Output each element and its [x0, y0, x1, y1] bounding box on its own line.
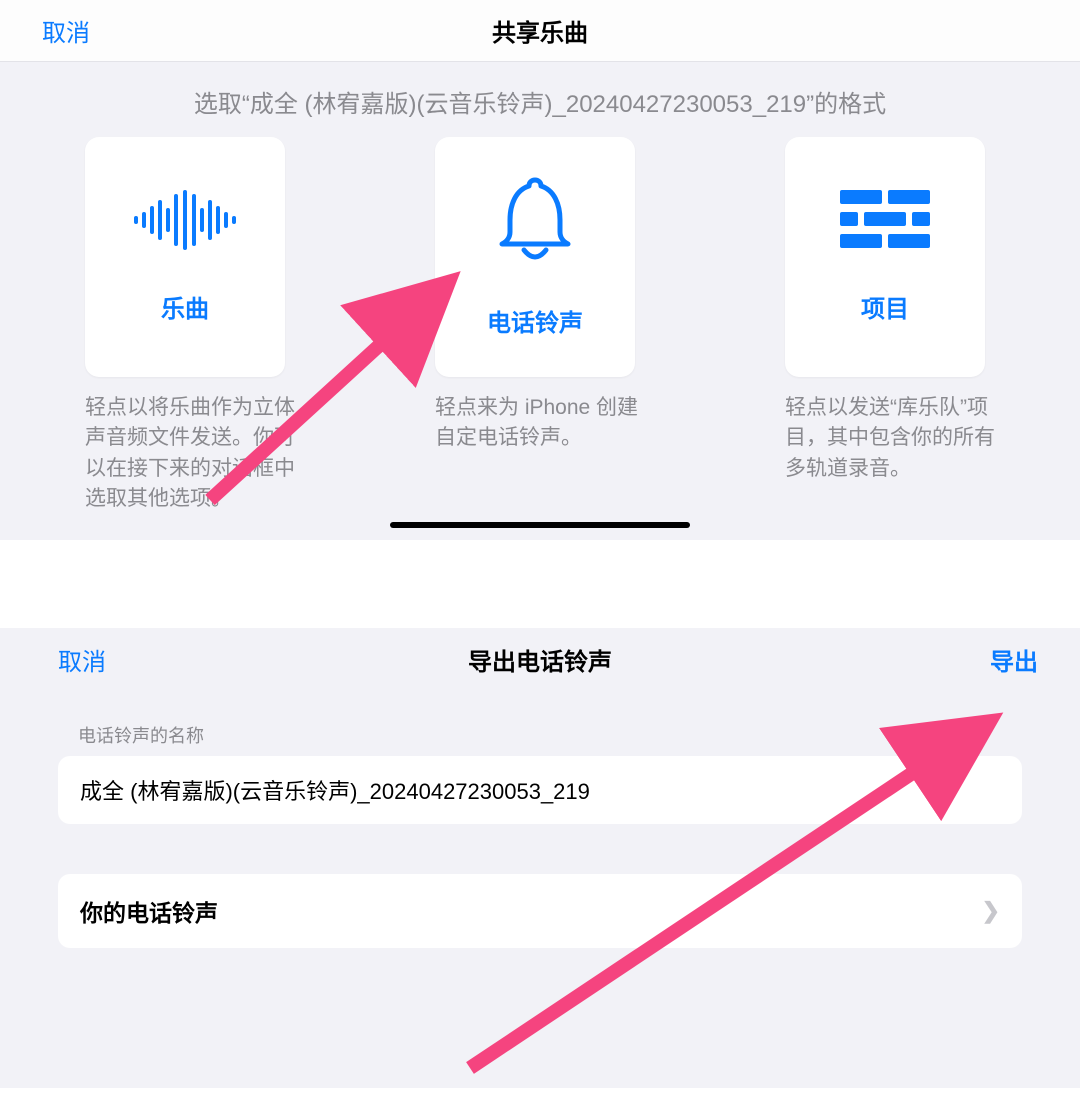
nav-bar-top: 取消 共享乐曲	[0, 0, 1080, 62]
card-song-desc: 轻点以将乐曲作为立体声音频文件发送。你可以在接下来的对话框中选取其他选项。	[85, 393, 295, 515]
card-project-label: 项目	[861, 289, 909, 324]
format-cards: 乐曲 轻点以将乐曲作为立体声音频文件发送。你可以在接下来的对话框中选取其他选项。…	[0, 137, 1080, 515]
card-ringtone[interactable]: 电话铃声	[435, 137, 635, 377]
bell-icon	[494, 176, 576, 269]
share-song-panel: 取消 共享乐曲 选取“成全 (林宥嘉版)(云音乐铃声)_202404272300…	[0, 0, 1080, 540]
page-title: 共享乐曲	[492, 13, 588, 48]
chevron-right-icon: ❯	[982, 898, 1000, 924]
waveform-icon	[130, 190, 240, 255]
card-song-label: 乐曲	[161, 289, 209, 324]
home-indicator	[390, 522, 690, 528]
cancel-button-2[interactable]: 取消	[58, 642, 106, 677]
tracks-icon	[840, 190, 930, 255]
nav-bar-bottom: 取消 导出电话铃声 导出	[0, 628, 1080, 690]
export-button[interactable]: 导出	[990, 642, 1038, 677]
card-column-project: 项目 轻点以发送“库乐队”项目，其中包含你的所有多轨道录音。	[785, 137, 995, 515]
card-ringtone-label: 电话铃声	[487, 303, 583, 338]
ringtone-name-label: 电话铃声的名称	[0, 690, 1080, 756]
card-project-desc: 轻点以发送“库乐队”项目，其中包含你的所有多轨道录音。	[785, 393, 995, 484]
cancel-button[interactable]: 取消	[42, 13, 90, 48]
format-prompt: 选取“成全 (林宥嘉版)(云音乐铃声)_20240427230053_219”的…	[0, 62, 1080, 137]
card-song[interactable]: 乐曲	[85, 137, 285, 377]
page-title-2: 导出电话铃声	[468, 642, 612, 677]
your-ringtones-label: 你的电话铃声	[80, 894, 218, 928]
panel-divider	[0, 540, 1080, 628]
card-project[interactable]: 项目	[785, 137, 985, 377]
card-column-song: 乐曲 轻点以将乐曲作为立体声音频文件发送。你可以在接下来的对话框中选取其他选项。	[85, 137, 295, 515]
ringtone-name-input[interactable]: 成全 (林宥嘉版)(云音乐铃声)_20240427230053_219	[58, 756, 1022, 824]
your-ringtones-row[interactable]: 你的电话铃声 ❯	[58, 874, 1022, 948]
export-ringtone-panel: 取消 导出电话铃声 导出 电话铃声的名称 成全 (林宥嘉版)(云音乐铃声)_20…	[0, 628, 1080, 1088]
card-column-ringtone: 电话铃声 轻点来为 iPhone 创建自定电话铃声。	[435, 137, 645, 515]
card-ringtone-desc: 轻点来为 iPhone 创建自定电话铃声。	[435, 393, 645, 454]
